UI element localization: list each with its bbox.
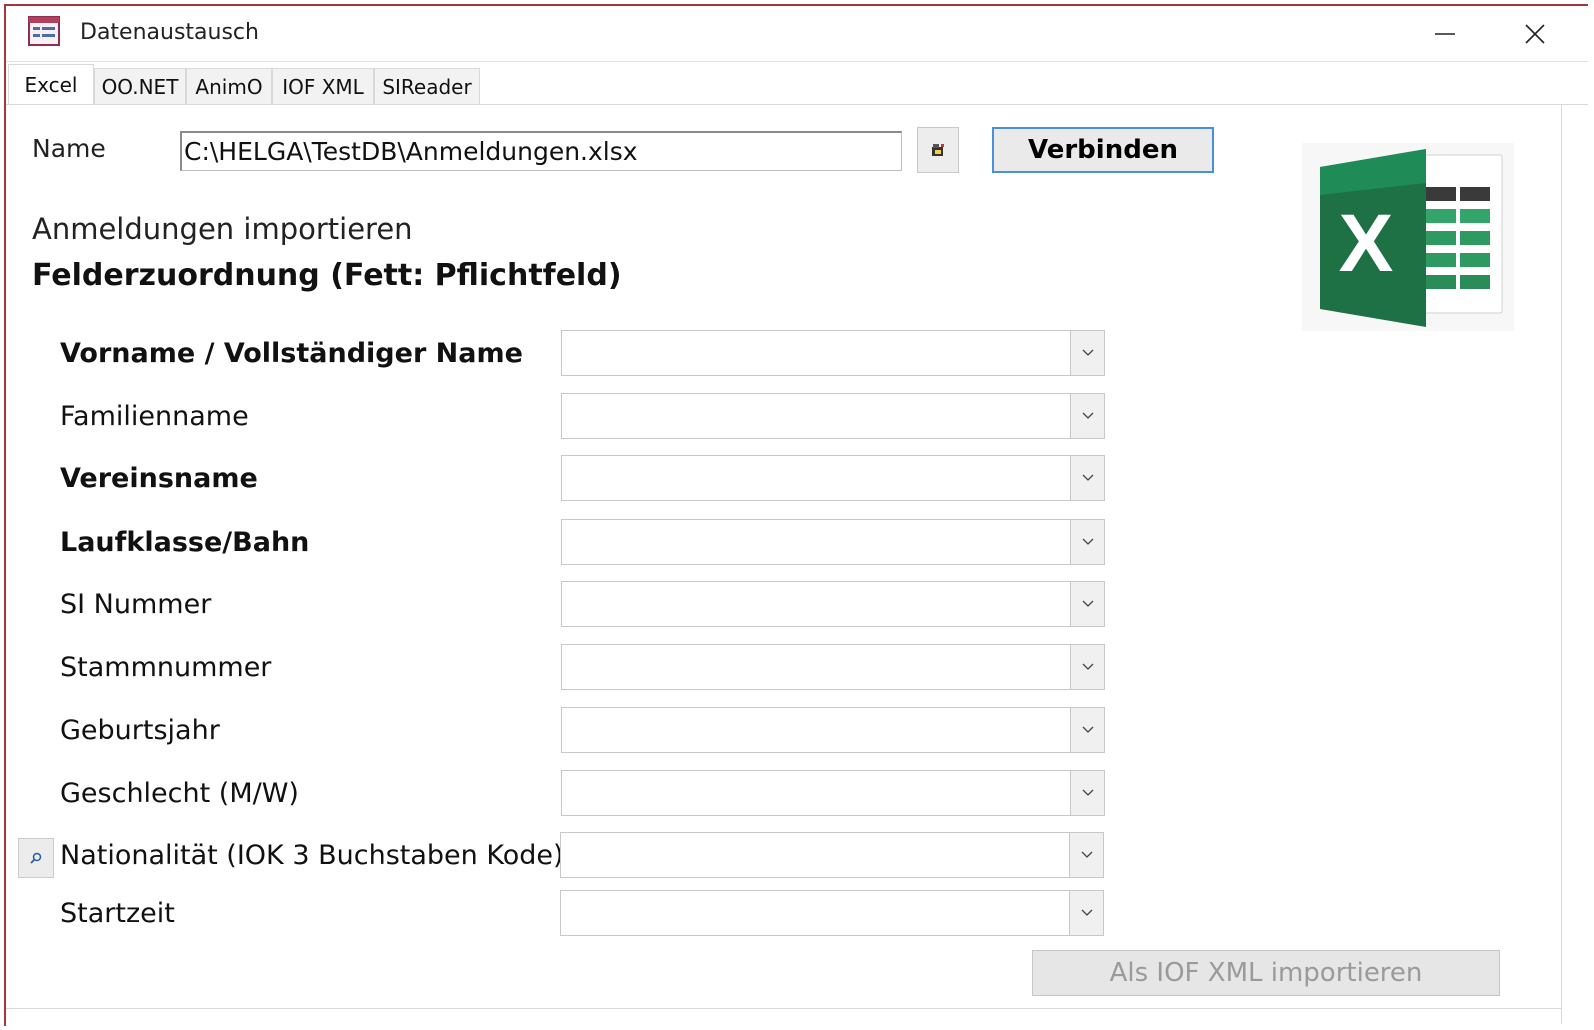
field-label-vereinsname: Vereinsname: [60, 463, 258, 494]
file-name-label: Name: [32, 134, 106, 163]
tab-excel[interactable]: Excel: [8, 64, 94, 104]
field-label-nationalitaet: Nationalität (IOK 3 Buchstaben Kode): [60, 840, 564, 871]
field-label-stammnummer: Stammnummer: [60, 652, 272, 683]
dropdown-button[interactable]: [1070, 331, 1104, 375]
field-label-geschlecht: Geschlecht (M/W): [60, 778, 299, 809]
dropdown-button[interactable]: [1070, 394, 1104, 438]
field-combo-startzeit[interactable]: [560, 890, 1104, 936]
chevron-down-icon: [1082, 663, 1093, 670]
dialog-window: Datenaustausch Excel OO.NET AnimO IOF XM…: [4, 4, 1588, 1026]
minimize-icon: [1435, 33, 1455, 35]
chevron-down-icon: [1081, 909, 1092, 916]
window-title: Datenaustausch: [80, 20, 259, 45]
minimize-button[interactable]: [1420, 16, 1470, 52]
dropdown-button[interactable]: [1070, 645, 1104, 689]
dropdown-button[interactable]: [1070, 771, 1104, 815]
section-title: Anmeldungen importieren: [32, 212, 413, 246]
title-bar: Datenaustausch: [6, 6, 1588, 61]
connect-button[interactable]: Verbinden: [992, 127, 1214, 173]
tab-panel-bottom-border: [6, 1008, 1562, 1009]
dropdown-button[interactable]: [1070, 520, 1104, 564]
field-label-si-nummer: SI Nummer: [60, 589, 212, 620]
dropdown-button[interactable]: [1070, 456, 1104, 500]
browse-button[interactable]: [917, 127, 959, 173]
field-combo-geschlecht[interactable]: [561, 770, 1105, 816]
field-combo-si-nummer[interactable]: [561, 581, 1105, 627]
section-subtitle: Felderzuordnung (Fett: Pflichtfeld): [32, 258, 622, 293]
chevron-down-icon: [1082, 538, 1093, 545]
dropdown-button[interactable]: [1069, 833, 1103, 877]
tab-panel-right-border: [1561, 104, 1562, 1024]
field-combo-vereinsname[interactable]: [561, 455, 1105, 501]
chevron-down-icon: [1082, 726, 1093, 733]
chevron-down-icon: [1081, 851, 1092, 858]
title-divider: [6, 61, 1588, 62]
chevron-down-icon: [1082, 412, 1093, 419]
field-label-startzeit: Startzeit: [60, 898, 175, 929]
import-iof-xml-button[interactable]: Als IOF XML importieren: [1032, 950, 1500, 996]
tab-animo[interactable]: AnimO: [186, 68, 272, 104]
tab-iof-xml[interactable]: IOF XML: [272, 68, 374, 104]
tab-strip: Excel OO.NET AnimO IOF XML SIReader: [6, 64, 1588, 104]
file-path-input[interactable]: [180, 131, 902, 171]
excel-logo-icon: X: [1302, 143, 1514, 331]
field-label-geburtsjahr: Geburtsjahr: [60, 715, 220, 746]
nationality-lookup-button[interactable]: [18, 838, 54, 878]
field-combo-familienname[interactable]: [561, 393, 1105, 439]
tab-panel-border: [6, 104, 1588, 105]
svg-text:X: X: [1339, 198, 1394, 289]
field-label-vorname: Vorname / Vollständiger Name: [60, 338, 523, 369]
dropdown-button[interactable]: [1070, 708, 1104, 752]
field-combo-stammnummer[interactable]: [561, 644, 1105, 690]
field-combo-geburtsjahr[interactable]: [561, 707, 1105, 753]
tab-oo-net[interactable]: OO.NET: [94, 68, 186, 104]
close-icon: [1525, 24, 1545, 44]
dropdown-button[interactable]: [1070, 582, 1104, 626]
folder-browse-icon: [932, 144, 944, 156]
chevron-down-icon: [1082, 600, 1093, 607]
tab-sireader[interactable]: SIReader: [374, 68, 480, 104]
field-combo-vorname[interactable]: [561, 330, 1105, 376]
chevron-down-icon: [1082, 789, 1093, 796]
chevron-down-icon: [1082, 349, 1093, 356]
chevron-down-icon: [1082, 474, 1093, 481]
form-icon: [28, 16, 60, 46]
close-button[interactable]: [1510, 16, 1560, 52]
search-icon: [30, 852, 42, 864]
field-label-laufklasse: Laufklasse/Bahn: [60, 527, 310, 558]
dropdown-button[interactable]: [1069, 891, 1103, 935]
field-combo-laufklasse[interactable]: [561, 519, 1105, 565]
field-combo-nationalitaet[interactable]: [560, 832, 1104, 878]
field-label-familienname: Familienname: [60, 401, 249, 432]
